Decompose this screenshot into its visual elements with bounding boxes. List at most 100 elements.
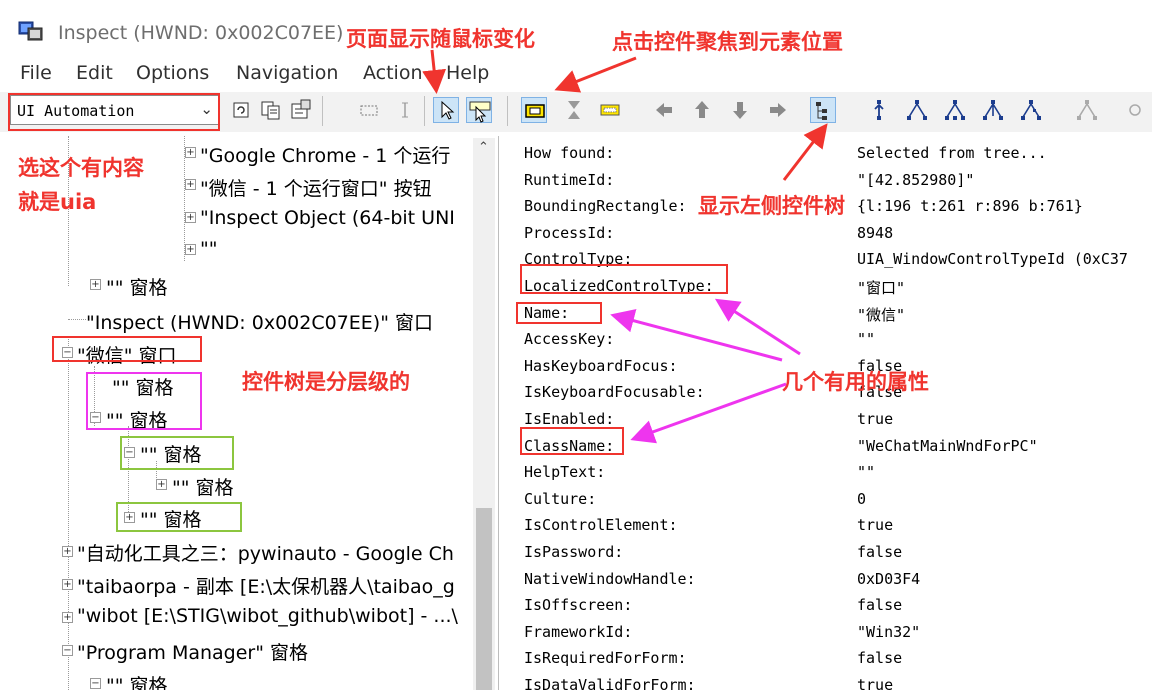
inspect-window: Inspect (HWND: 0x002C07EE) File Edit Opt…: [0, 0, 1152, 690]
expand-toggle[interactable]: +: [62, 546, 73, 557]
property-value[interactable]: true: [857, 676, 893, 690]
expand-toggle[interactable]: +: [124, 512, 135, 523]
nav-previous-sibling-icon[interactable]: [942, 97, 968, 123]
focus-tracking-icon[interactable]: [597, 97, 623, 123]
property-value[interactable]: 0: [857, 490, 866, 508]
property-name: RuntimeId:: [524, 171, 615, 189]
rectangle-icon[interactable]: [356, 97, 382, 123]
tree-item-program-manager[interactable]: "Program Manager" 窗格: [77, 638, 308, 665]
property-value[interactable]: Selected from tree...: [857, 144, 1047, 162]
property-value[interactable]: "": [857, 330, 875, 348]
property-name: IsPassword:: [524, 543, 624, 561]
menu-help[interactable]: Help: [446, 62, 489, 84]
property-name: BoundingRectangle:: [524, 197, 687, 215]
nav-next-sibling-icon[interactable]: [980, 97, 1006, 123]
expand-toggle[interactable]: +: [185, 212, 196, 223]
property-name: FrameworkId:: [524, 623, 633, 641]
tree-walker-icon[interactable]: [1074, 97, 1100, 123]
property-name: Name:: [524, 304, 570, 322]
property-name: IsKeyboardFocusable:: [524, 383, 705, 401]
show-tree-icon[interactable]: [810, 97, 836, 123]
expand-toggle[interactable]: +: [185, 147, 196, 158]
nav-parent-icon[interactable]: [866, 97, 892, 123]
scroll-up-icon[interactable]: ⌃: [478, 140, 489, 155]
copy-icon[interactable]: [258, 97, 284, 123]
inspect-app-icon: [18, 21, 43, 41]
toolbar: UI Automation ⌄: [0, 92, 1152, 132]
menu-navigation[interactable]: Navigation: [236, 62, 338, 84]
nav-first-child-icon[interactable]: [904, 97, 930, 123]
tree-item-inspect-object[interactable]: "Inspect Object (64-bit UNI: [200, 207, 455, 229]
expand-toggle[interactable]: +: [62, 612, 73, 623]
tree-item-pane[interactable]: "" 窗格: [106, 406, 168, 433]
tree-item-inspect-window[interactable]: "Inspect (HWND: 0x002C07EE)" 窗口: [86, 308, 433, 335]
property-value[interactable]: true: [857, 410, 893, 428]
mode-select[interactable]: UI Automation ⌄: [10, 95, 220, 125]
property-value[interactable]: false: [857, 383, 902, 401]
tree-item-empty[interactable]: "": [200, 238, 217, 260]
expand-toggle[interactable]: +: [185, 244, 196, 255]
property-value[interactable]: false: [857, 649, 902, 667]
extra-tool-icon[interactable]: [1122, 97, 1148, 123]
chevron-down-icon: ⌄: [200, 100, 213, 118]
nav-last-child-icon[interactable]: [1018, 97, 1044, 123]
expand-toggle[interactable]: +: [156, 479, 167, 490]
nav-prev-icon[interactable]: [651, 97, 677, 123]
menu-edit[interactable]: Edit: [76, 62, 113, 84]
expand-toggle[interactable]: +: [185, 179, 196, 190]
property-value[interactable]: {l:196 t:261 r:896 b:761}: [857, 197, 1083, 215]
property-value[interactable]: "窗口": [857, 277, 905, 298]
property-value[interactable]: UIA_WindowControlTypeId (0xC37: [857, 250, 1128, 268]
nav-next-icon[interactable]: [765, 97, 791, 123]
caret-tracking-icon[interactable]: [561, 97, 587, 123]
tree-item-pane[interactable]: "" 窗格: [112, 373, 174, 400]
tree-item-wechat-button[interactable]: "微信 - 1 个运行窗口" 按钮: [200, 174, 432, 201]
collapse-toggle[interactable]: −: [62, 347, 73, 358]
property-value[interactable]: "微信": [857, 304, 905, 325]
tree-item-wibot[interactable]: "wibot [E:\STIG\wibot_github\wibot] - ..…: [77, 605, 458, 627]
property-value[interactable]: false: [857, 596, 902, 614]
property-value[interactable]: false: [857, 357, 902, 375]
tree-item-taibaorpa[interactable]: "taibaorpa - 副本 [E:\太保机器人\taibao_g: [77, 572, 455, 599]
pointer-icon[interactable]: [433, 97, 459, 123]
menu-action[interactable]: Action: [363, 62, 423, 84]
caret-icon[interactable]: [392, 97, 418, 123]
expand-toggle[interactable]: +: [62, 579, 73, 590]
property-value[interactable]: 0xD03F4: [857, 570, 920, 588]
menu-file[interactable]: File: [20, 62, 52, 84]
property-value[interactable]: "[42.852980]": [857, 171, 974, 189]
tree-item-pane[interactable]: "" 窗格: [106, 273, 168, 300]
collapse-toggle[interactable]: −: [124, 447, 135, 458]
properties-icon[interactable]: [288, 97, 314, 123]
mode-select-value: UI Automation: [17, 102, 135, 120]
collapse-toggle[interactable]: −: [90, 678, 101, 689]
tree-item-pane[interactable]: "" 窗格: [172, 473, 234, 500]
nav-up-icon[interactable]: [689, 97, 715, 123]
tree-item-pane[interactable]: "" 窗格: [106, 671, 168, 690]
expand-toggle[interactable]: +: [90, 279, 101, 290]
tree-item-pane[interactable]: "" 窗格: [140, 505, 202, 532]
property-name: IsDataValidForForm:: [524, 676, 696, 690]
property-name: HasKeyboardFocus:: [524, 357, 678, 375]
properties-pane: How found: Selected from tree... RuntimeId…: [512, 136, 1152, 690]
property-name: IsOffscreen:: [524, 596, 633, 614]
tree-item-chrome-window[interactable]: "自动化工具之三：pywinauto - Google Ch: [77, 539, 454, 566]
collapse-toggle[interactable]: −: [62, 645, 73, 656]
refresh-icon[interactable]: [228, 97, 254, 123]
scrollbar-thumb[interactable]: [476, 508, 492, 690]
collapse-toggle[interactable]: −: [90, 412, 101, 423]
tree-item-chrome-button[interactable]: "Google Chrome - 1 个运行: [200, 141, 450, 168]
tree-item-pane[interactable]: "" 窗格: [140, 440, 202, 467]
tree-scrollbar[interactable]: ⌃: [473, 138, 495, 690]
property-value[interactable]: true: [857, 516, 893, 534]
menu-options[interactable]: Options: [136, 62, 209, 84]
property-value[interactable]: "Win32": [857, 623, 920, 641]
property-value[interactable]: 8948: [857, 224, 893, 242]
nav-down-icon[interactable]: [727, 97, 753, 123]
highlight-rectangle-icon[interactable]: [521, 97, 547, 123]
property-value[interactable]: "WeChatMainWndForPC": [857, 437, 1038, 455]
pointer-tooltip-icon[interactable]: [466, 97, 492, 123]
property-value[interactable]: false: [857, 543, 902, 561]
property-value[interactable]: "": [857, 463, 875, 481]
tree-item-wechat-window[interactable]: "微信" 窗口: [77, 341, 177, 368]
